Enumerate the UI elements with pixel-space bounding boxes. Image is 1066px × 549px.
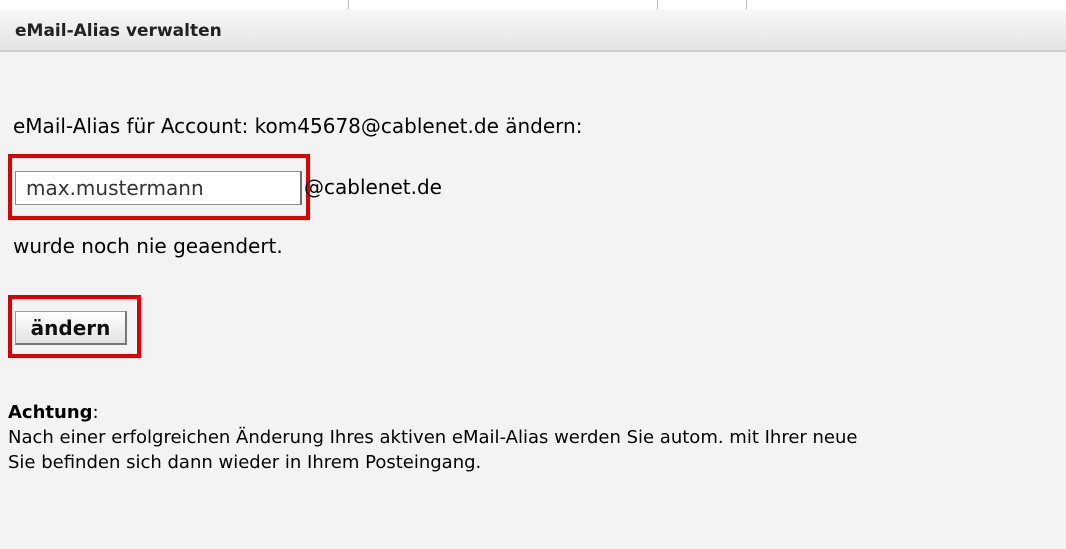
notice-heading: Achtung: — [8, 402, 99, 423]
section-header: eMail-Alias verwalten — [0, 10, 1066, 52]
alias-input[interactable] — [15, 171, 302, 205]
notice-heading-colon: : — [92, 402, 99, 423]
notice-text-line-2: Sie befinden sich dann wieder in Ihrem P… — [8, 452, 482, 473]
column-divider — [348, 0, 349, 9]
change-button[interactable]: ändern — [15, 311, 127, 345]
column-divider — [746, 0, 747, 9]
page-title: eMail-Alias verwalten — [15, 21, 222, 41]
column-divider — [657, 0, 658, 9]
domain-suffix: @cablenet.de — [304, 175, 442, 199]
notice-text-line-1: Nach einer erfolgreichen Änderung Ihres … — [8, 427, 858, 448]
page-frame: eMail-Alias verwalten eMail-Alias für Ac… — [0, 0, 1066, 549]
notice-heading-label: Achtung — [8, 402, 93, 423]
top-strip — [0, 0, 1066, 10]
change-status-text: wurde noch nie geaendert. — [13, 234, 283, 258]
account-label: eMail-Alias für Account: kom45678@cablen… — [13, 114, 583, 138]
